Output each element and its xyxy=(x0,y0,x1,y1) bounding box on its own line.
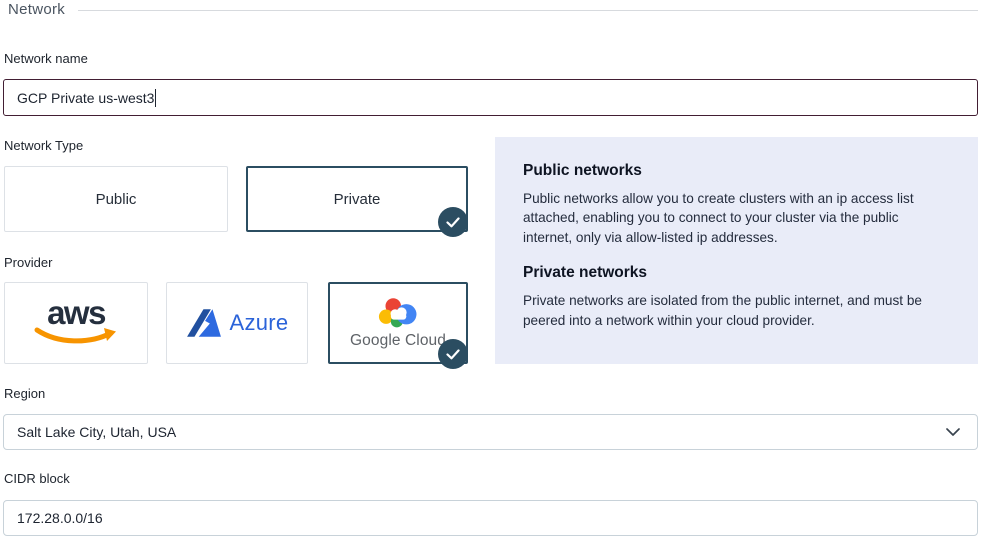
network-type-option-label: Public xyxy=(96,191,137,208)
check-icon xyxy=(446,349,460,360)
section-header: Network xyxy=(8,1,978,18)
provider-option-google-cloud[interactable]: Google Cloud xyxy=(328,282,468,364)
region-value: Salt Lake City, Utah, USA xyxy=(17,424,176,440)
azure-logo-text: Azure xyxy=(230,310,289,336)
divider xyxy=(78,10,978,11)
network-info-panel: Public networks Public networks allow yo… xyxy=(495,137,978,364)
info-heading: Public networks xyxy=(523,162,950,180)
azure-icon xyxy=(186,307,222,339)
azure-logo: Azure xyxy=(186,307,289,339)
network-type-option-public[interactable]: Public xyxy=(4,166,228,232)
network-name-value: GCP Private us-west3 xyxy=(17,90,154,106)
network-name-input[interactable]: GCP Private us-west3 xyxy=(3,79,978,116)
page-title: Network xyxy=(8,1,65,18)
region-select[interactable]: Salt Lake City, Utah, USA xyxy=(3,414,978,450)
google-cloud-logo-text: Google Cloud xyxy=(350,332,446,350)
network-type-option-private[interactable]: Private xyxy=(246,166,468,232)
google-cloud-icon xyxy=(378,297,418,328)
info-section-public: Public networks Public networks allow yo… xyxy=(523,162,950,247)
network-name-label: Network name xyxy=(4,51,88,66)
network-form-page: Network Network name GCP Private us-west… xyxy=(0,0,983,541)
chevron-down-icon xyxy=(946,428,960,436)
info-body: Public networks allow you to create clus… xyxy=(523,189,950,247)
network-type-option-label: Private xyxy=(334,191,381,208)
check-icon xyxy=(446,217,460,228)
cidr-block-value: 172.28.0.0/16 xyxy=(17,510,103,526)
aws-smile-icon xyxy=(32,326,120,346)
aws-logo: aws xyxy=(32,300,120,346)
provider-label: Provider xyxy=(4,255,52,270)
selected-badge xyxy=(438,339,468,369)
cidr-block-label: CIDR block xyxy=(4,471,70,486)
cidr-block-input[interactable]: 172.28.0.0/16 xyxy=(3,500,978,536)
provider-option-aws[interactable]: aws xyxy=(4,282,148,364)
network-type-label: Network Type xyxy=(4,138,83,153)
region-label: Region xyxy=(4,386,45,401)
text-cursor-caret xyxy=(155,89,156,107)
aws-logo-text: aws xyxy=(47,300,105,326)
provider-option-azure[interactable]: Azure xyxy=(166,282,308,364)
info-body: Private networks are isolated from the p… xyxy=(523,291,950,330)
info-section-private: Private networks Private networks are is… xyxy=(523,264,950,330)
info-heading: Private networks xyxy=(523,264,950,282)
selected-badge xyxy=(438,207,468,237)
